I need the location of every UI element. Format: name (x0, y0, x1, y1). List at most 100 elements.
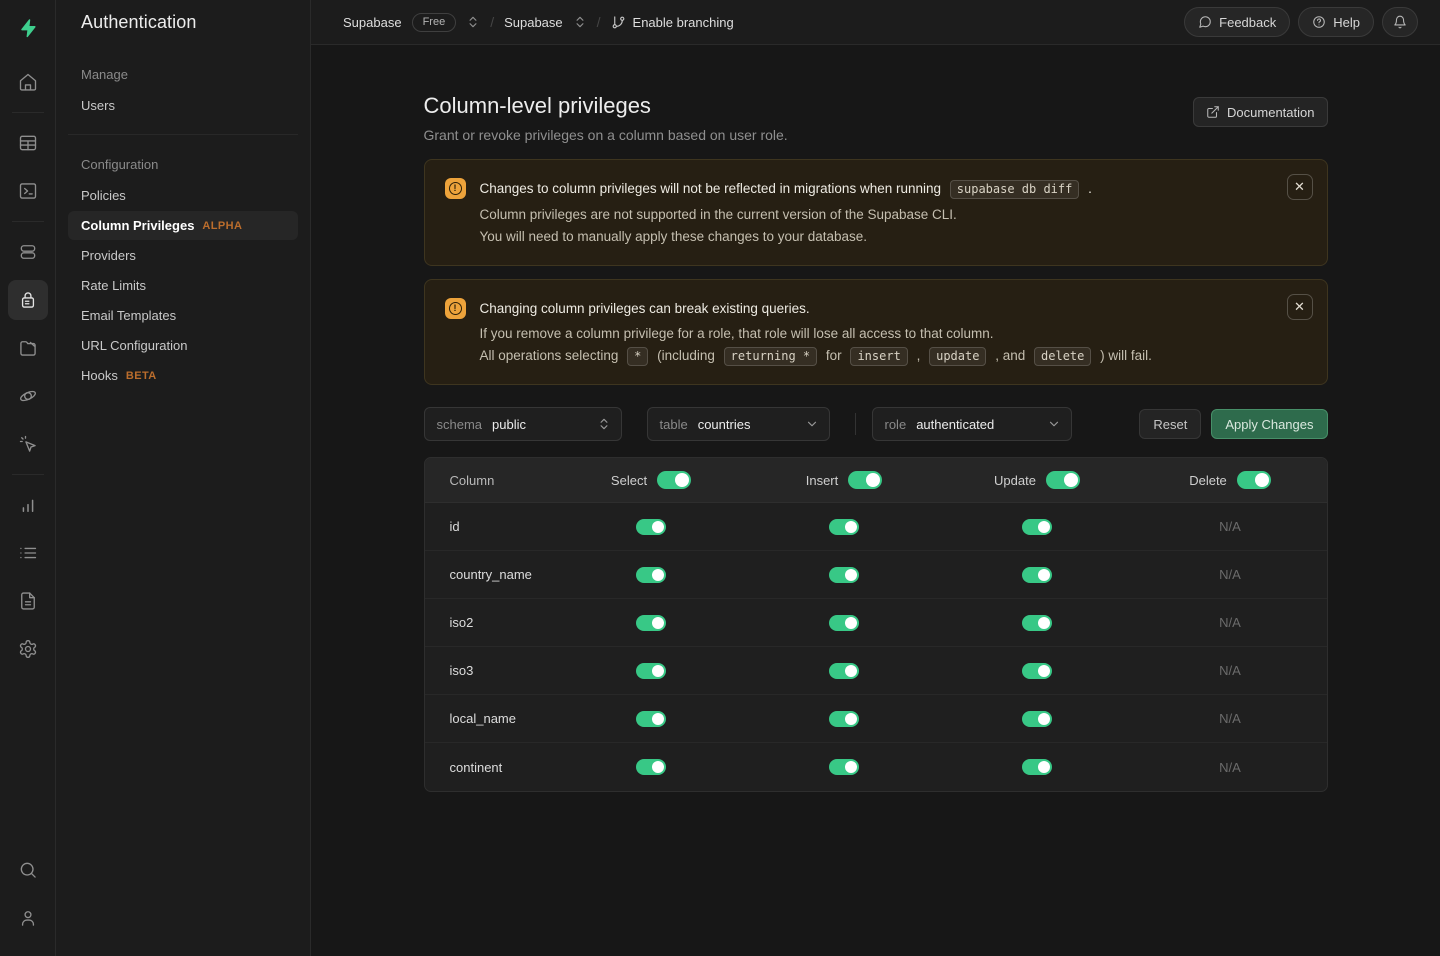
queries-warning-banner: ! Changing column privileges can break e… (424, 279, 1328, 385)
insert-toggle[interactable] (829, 519, 859, 535)
enable-branching-button[interactable]: Enable branching (611, 15, 734, 30)
role-label: role (885, 417, 907, 432)
help-button[interactable]: Help (1298, 7, 1374, 37)
insert-toggle[interactable] (829, 663, 859, 679)
rail-storage-button[interactable] (8, 328, 48, 368)
update-toggle[interactable] (1022, 519, 1052, 535)
select-all-toggle[interactable] (657, 471, 691, 489)
org-switcher[interactable] (466, 15, 480, 29)
rail-account-button[interactable] (8, 898, 48, 938)
nav-section-manage: Manage (68, 59, 298, 90)
rail-settings-button[interactable] (8, 629, 48, 669)
insert-all-toggle[interactable] (848, 471, 882, 489)
update-toggle[interactable] (1022, 663, 1052, 679)
rail-search-button[interactable] (8, 850, 48, 890)
settings-gear-icon (18, 639, 38, 659)
icon-rail (0, 0, 56, 956)
rail-database-button[interactable] (8, 232, 48, 272)
bell-icon (1393, 15, 1407, 29)
supabase-logo[interactable] (8, 10, 48, 46)
banner-text: ) will fail. (1100, 348, 1152, 363)
update-toggle[interactable] (1022, 711, 1052, 727)
banner-text: (including (657, 348, 715, 363)
sidebar-item-policies[interactable]: Policies (68, 181, 298, 210)
breadcrumb-separator: / (597, 14, 601, 30)
page-title: Column-level privileges (424, 93, 1194, 119)
delete-not-applicable: N/A (1219, 663, 1241, 678)
nav-item-label: Column Privileges (81, 218, 194, 233)
sidebar-item-providers[interactable]: Providers (68, 241, 298, 270)
rail-realtime-button[interactable] (8, 424, 48, 464)
table-editor-icon (18, 133, 38, 153)
git-branch-icon (611, 15, 626, 30)
table-select[interactable]: table countries (647, 407, 830, 441)
select-toggle[interactable] (636, 711, 666, 727)
rail-reports-button[interactable] (8, 485, 48, 525)
update-toggle[interactable] (1022, 615, 1052, 631)
table-label: table (660, 417, 688, 432)
warning-icon: ! (445, 178, 466, 199)
table-row: iso2 N/A (425, 599, 1327, 647)
banner-text: , (917, 348, 921, 363)
select-toggle[interactable] (636, 567, 666, 583)
feedback-button[interactable]: Feedback (1184, 7, 1290, 37)
close-banner-button[interactable]: ✕ (1287, 294, 1313, 320)
delete-not-applicable: N/A (1219, 567, 1241, 582)
delete-not-applicable: N/A (1219, 615, 1241, 630)
code-chip: returning * (724, 347, 817, 366)
role-select[interactable]: role authenticated (872, 407, 1072, 441)
rail-logs-button[interactable] (8, 533, 48, 573)
select-toggle[interactable] (636, 519, 666, 535)
privileges-table: Column Select Insert Update (424, 457, 1328, 792)
banner-title: Changes to column privileges will not be… (480, 178, 1097, 200)
update-toggle[interactable] (1022, 567, 1052, 583)
filter-divider (855, 413, 856, 435)
rail-api-docs-button[interactable] (8, 581, 48, 621)
column-name: continent (425, 760, 555, 775)
select-toggle[interactable] (636, 759, 666, 775)
rail-authentication-button[interactable] (8, 280, 48, 320)
sidebar-item-users[interactable]: Users (68, 91, 298, 120)
apply-changes-button[interactable]: Apply Changes (1211, 409, 1327, 439)
sidebar-item-column-privileges[interactable]: Column Privileges ALPHA (68, 211, 298, 240)
banner-line: You will need to manually apply these ch… (480, 227, 1097, 247)
rail-home-button[interactable] (8, 62, 48, 102)
project-breadcrumb[interactable]: Supabase (504, 15, 563, 30)
plan-badge[interactable]: Free (412, 13, 457, 32)
topbar-actions: Feedback Help (1184, 7, 1418, 37)
chevrons-up-down-icon (466, 15, 480, 29)
delete-all-toggle[interactable] (1237, 471, 1271, 489)
code-chip: supabase db diff (950, 180, 1080, 199)
sidebar-item-url-configuration[interactable]: URL Configuration (68, 331, 298, 360)
nav-section-configuration: Configuration (68, 149, 298, 180)
documentation-label: Documentation (1227, 105, 1314, 120)
rail-table-editor-button[interactable] (8, 123, 48, 163)
documentation-button[interactable]: Documentation (1193, 97, 1327, 127)
home-icon (18, 72, 38, 92)
project-switcher[interactable] (573, 15, 587, 29)
content-scroll-area[interactable]: Column-level privileges Grant or revoke … (311, 45, 1440, 956)
update-all-toggle[interactable] (1046, 471, 1080, 489)
insert-toggle[interactable] (829, 711, 859, 727)
sidebar-item-rate-limits[interactable]: Rate Limits (68, 271, 298, 300)
close-banner-button[interactable]: ✕ (1287, 174, 1313, 200)
schema-label: schema (437, 417, 483, 432)
select-toggle[interactable] (636, 615, 666, 631)
sidebar-item-hooks[interactable]: Hooks BETA (68, 361, 298, 390)
update-toggle[interactable] (1022, 759, 1052, 775)
insert-toggle[interactable] (829, 615, 859, 631)
rail-edge-functions-button[interactable] (8, 376, 48, 416)
insert-toggle[interactable] (829, 567, 859, 583)
warning-icon: ! (445, 298, 466, 319)
select-toggle[interactable] (636, 663, 666, 679)
reset-button[interactable]: Reset (1139, 409, 1201, 439)
logs-icon (18, 543, 38, 563)
page-container: Column-level privileges Grant or revoke … (424, 45, 1328, 852)
org-breadcrumb[interactable]: Supabase (343, 15, 402, 30)
insert-toggle[interactable] (829, 759, 859, 775)
schema-select[interactable]: schema public (424, 407, 622, 441)
notifications-button[interactable] (1382, 7, 1418, 37)
reports-icon (18, 495, 38, 515)
sidebar-item-email-templates[interactable]: Email Templates (68, 301, 298, 330)
rail-sql-editor-button[interactable] (8, 171, 48, 211)
